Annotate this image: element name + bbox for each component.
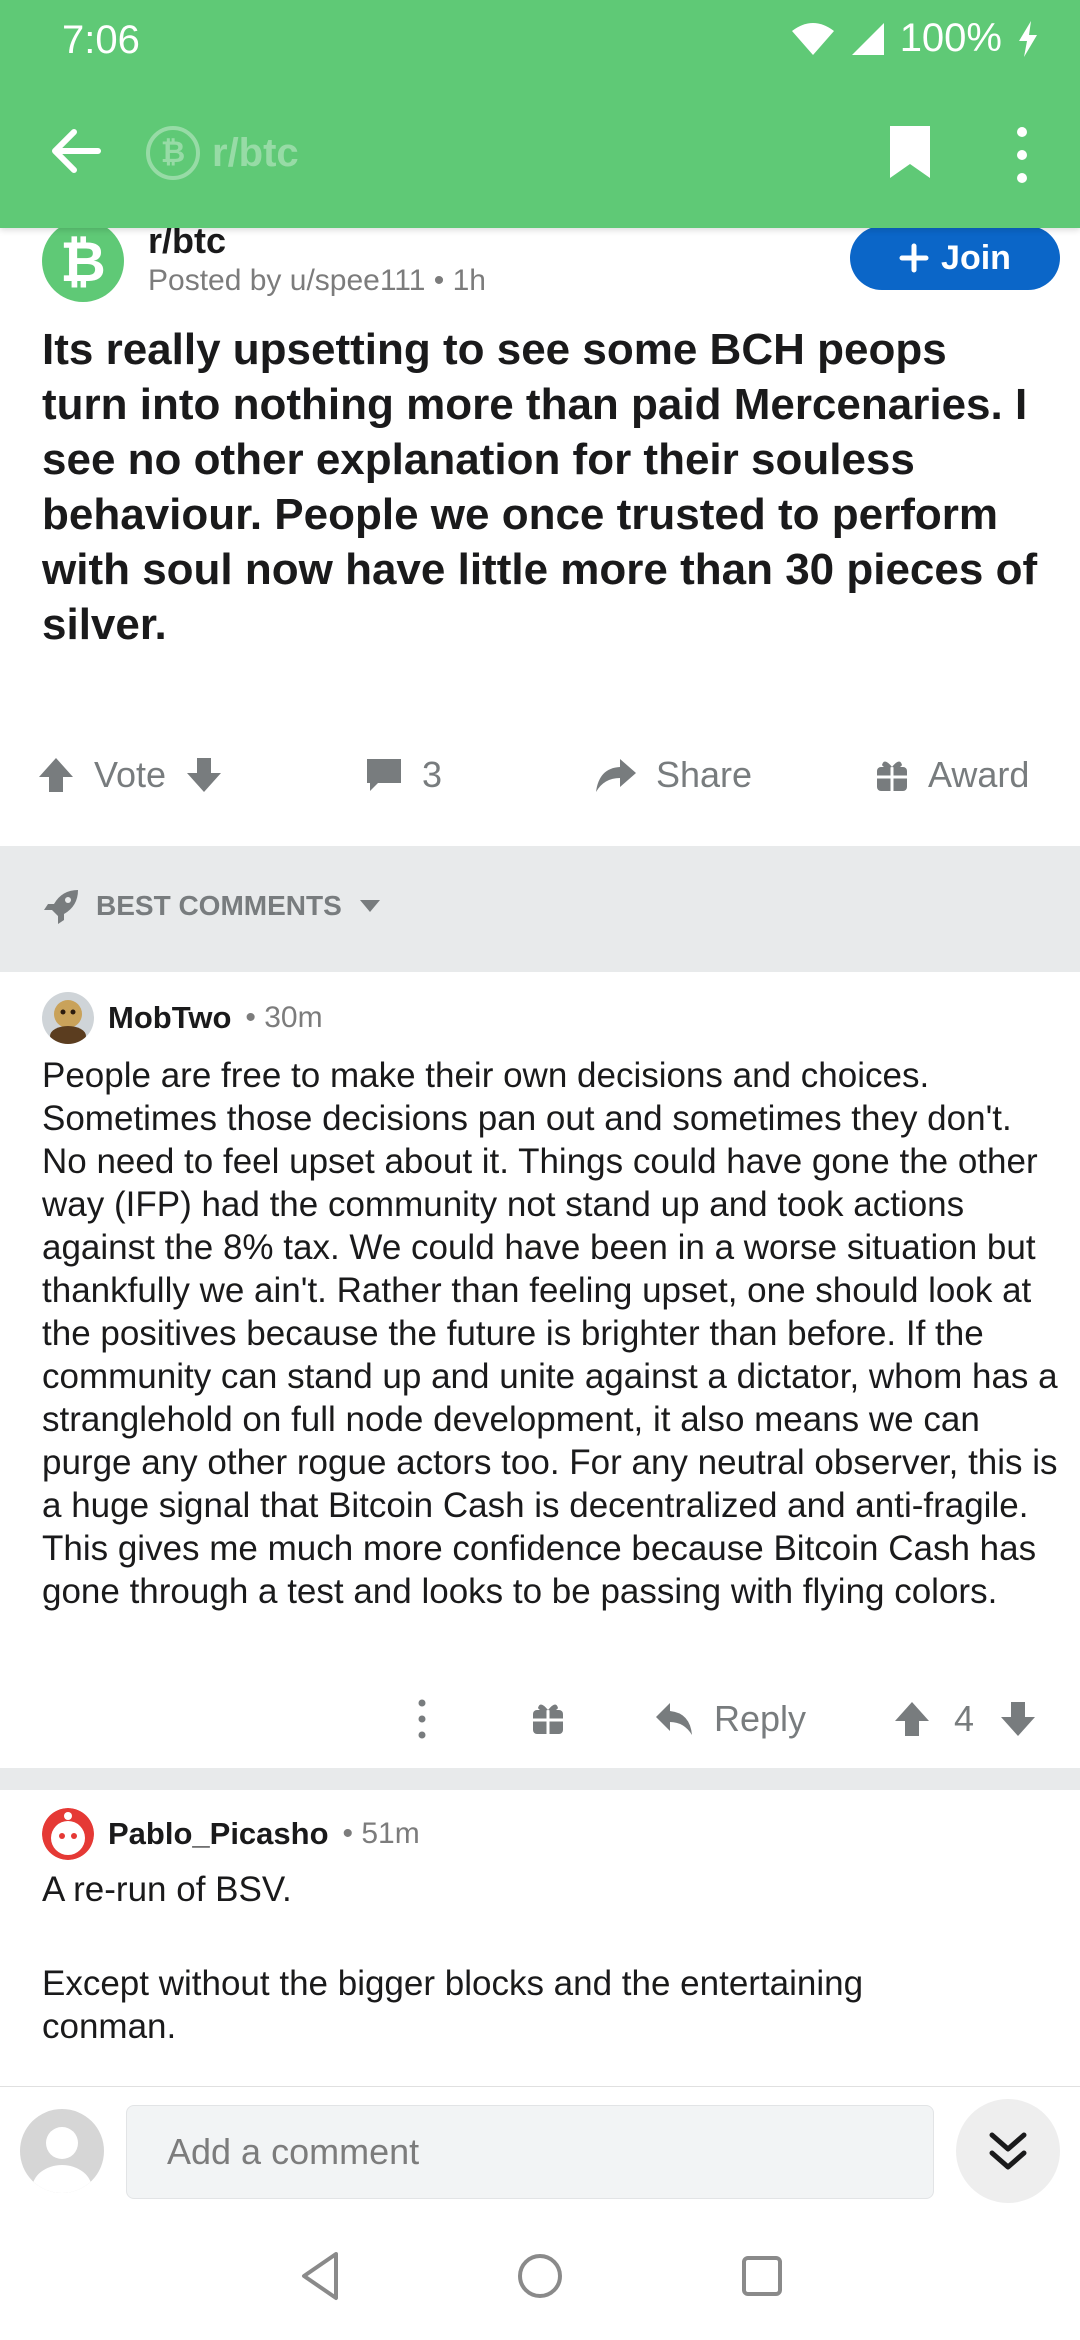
post-header: ₿ r/btc Posted by u/spee111 • 1h Join <box>42 220 1060 320</box>
comment-count: 3 <box>422 754 443 795</box>
battery-level: 100% <box>899 16 1002 60</box>
gift-icon <box>877 761 907 791</box>
status-bar: 7:06 100% <box>0 0 1080 80</box>
add-comment-input[interactable]: Add a comment <box>126 2105 934 2199</box>
share-icon <box>596 759 636 792</box>
chevron-down-icon <box>359 900 380 912</box>
status-time: 7:06 <box>62 18 140 62</box>
sort-label: BEST COMMENTS <box>96 890 342 921</box>
avatar[interactable] <box>42 992 94 1044</box>
award-button[interactable]: Award <box>874 740 1029 810</box>
downvote-icon[interactable] <box>184 755 224 795</box>
comment-body-line-1: A re-run of BSV. <box>42 1870 292 1909</box>
bitcoin-icon: ₿ <box>146 126 200 180</box>
reply-icon <box>656 1703 692 1735</box>
comment-body-line-2: Except without the bigger blocks and the… <box>42 1964 864 2046</box>
appbar-subreddit-label: r/btc <box>212 130 299 175</box>
avatar[interactable] <box>42 1808 94 1860</box>
comment-score: 4 <box>954 1698 975 1739</box>
post-title: Its really upsetting to see some BCH peo… <box>42 325 1038 649</box>
upvote-icon[interactable] <box>36 755 76 795</box>
vote-label: Vote <box>94 754 167 795</box>
more-options-icon[interactable] <box>1004 120 1040 190</box>
avatar[interactable] <box>20 2109 104 2193</box>
comment-divider <box>0 1768 1080 1790</box>
back-arrow-icon[interactable] <box>40 116 110 186</box>
rocket-icon <box>44 890 78 924</box>
signal-icon <box>851 22 884 55</box>
double-chevron-down-icon <box>989 2132 1027 2170</box>
more-options-icon[interactable] <box>408 1694 436 1744</box>
nav-back-icon[interactable] <box>290 2244 354 2308</box>
comment-body: People are free to make their own decisi… <box>42 1056 1058 1611</box>
join-label: Join <box>941 238 1011 277</box>
app-header: 7:06 100% ₿ r/btc <box>0 0 1080 228</box>
comment-mobtwo: MobTwo • 30m People are free to make the… <box>0 972 1080 1768</box>
status-icons: 100% <box>790 16 1040 61</box>
comment-header: MobTwo • 30m <box>42 992 323 1044</box>
plus-icon <box>899 243 929 273</box>
share-label: Share <box>656 754 753 795</box>
comment-icon <box>367 759 401 791</box>
comment-composer: Add a comment <box>0 2086 1080 2216</box>
gift-icon[interactable] <box>530 1700 566 1736</box>
nav-home-icon[interactable] <box>508 2244 572 2308</box>
appbar-subreddit[interactable]: ₿ r/btc <box>146 126 299 180</box>
post-meta: Posted by u/spee111 • 1h <box>148 264 486 297</box>
comment-actions: Reply 4 <box>0 1684 1080 1754</box>
comment-sort-bar[interactable]: BEST COMMENTS <box>0 846 1080 972</box>
comment-author[interactable]: MobTwo <box>108 1000 231 1036</box>
wifi-icon <box>791 22 834 55</box>
comment-time: • 30m <box>245 1001 323 1034</box>
system-nav-bar <box>0 2216 1080 2340</box>
downvote-icon[interactable] <box>998 1699 1038 1739</box>
comment-time: • 51m <box>342 1817 420 1850</box>
share-button[interactable]: Share <box>594 740 752 810</box>
charging-icon <box>1019 20 1037 57</box>
upvote-icon[interactable] <box>892 1699 932 1739</box>
subreddit-avatar-bitcoin-icon[interactable]: ₿ <box>42 220 124 302</box>
reply-button[interactable]: Reply <box>654 1684 806 1754</box>
bookmark-icon[interactable] <box>880 122 940 182</box>
join-button[interactable]: Join <box>850 226 1060 290</box>
award-label: Award <box>928 754 1030 795</box>
reply-label: Reply <box>714 1698 807 1739</box>
comments-button[interactable]: 3 <box>364 740 442 810</box>
comment-author[interactable]: Pablo_Picasho <box>108 1816 329 1852</box>
post-actions: Vote 3 Share Award <box>0 740 1080 810</box>
nav-recents-icon[interactable] <box>730 2244 794 2308</box>
next-comment-button[interactable] <box>956 2099 1060 2203</box>
vote-group: Vote <box>36 740 224 810</box>
comment-header: Pablo_Picasho • 51m <box>42 1808 420 1860</box>
comment-pablo-picasho: Pablo_Picasho • 51m A re-run of BSV. Exc… <box>0 1790 1080 2086</box>
